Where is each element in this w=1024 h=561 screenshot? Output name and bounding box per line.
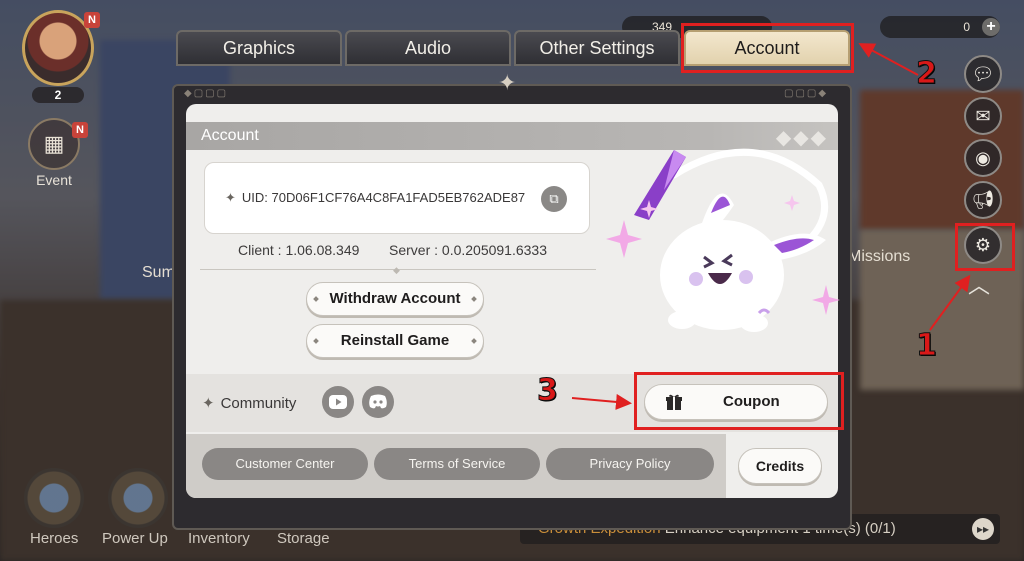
tab-audio[interactable]: Audio xyxy=(345,30,511,66)
mail-button[interactable]: ✉ xyxy=(964,97,1002,135)
event-badge: N xyxy=(72,122,88,138)
heroes-icon[interactable] xyxy=(24,468,84,528)
frame-ornament-top: ✦ xyxy=(498,70,517,95)
customer-center-button[interactable]: Customer Center xyxy=(202,448,368,480)
step-3-label: 3 xyxy=(537,373,559,409)
chat-button[interactable]: 💬︎ xyxy=(964,55,1002,93)
copy-icon: ⧉ xyxy=(549,191,559,206)
announcement-button[interactable]: 📢︎ xyxy=(964,181,1002,219)
uid-value: UID: 70D06F1CF76A4C8FA1FAD5EB762ADE87 xyxy=(241,190,526,205)
highlight-settings xyxy=(955,223,1015,271)
fast-forward-icon[interactable]: ▸▸ xyxy=(972,518,994,540)
collection-button[interactable]: ◉ xyxy=(964,139,1002,177)
step-2-label: 2 xyxy=(916,56,938,92)
privacy-policy-button[interactable]: Privacy Policy xyxy=(546,448,714,480)
add-currency-icon[interactable]: + xyxy=(982,18,1000,36)
uid-box: ✦ UID: 70D06F1CF76A4C8FA1FAD5EB762ADE87 ⧉ xyxy=(204,162,590,234)
missions-label[interactable]: Missions xyxy=(848,248,910,266)
event-label: Event xyxy=(36,172,72,188)
section-title: Account xyxy=(201,127,259,144)
withdraw-account-button[interactable]: Withdraw Account xyxy=(306,282,484,316)
discord-button[interactable] xyxy=(362,386,394,418)
community-row: ✦ Community xyxy=(202,394,296,412)
discord-icon xyxy=(369,394,387,409)
community-label: Community xyxy=(220,395,297,412)
sparkle-icon: ✦ xyxy=(225,190,236,205)
nav-inventory[interactable]: Inventory xyxy=(188,530,250,547)
tab-graphics[interactable]: Graphics xyxy=(176,30,342,66)
notification-badge: N xyxy=(84,12,100,28)
nav-storage[interactable]: Storage xyxy=(277,530,330,547)
divider-diamond: ◆ xyxy=(393,265,400,275)
summon-label: Sum xyxy=(142,264,175,281)
highlight-coupon xyxy=(634,372,844,430)
terms-of-service-button[interactable]: Terms of Service xyxy=(374,448,540,480)
chat-icon: 💬︎ xyxy=(971,63,995,84)
frame-ornament-left: ◆▢▢▢ xyxy=(184,88,229,99)
megaphone-icon: 📢︎ xyxy=(971,189,995,210)
tab-other-settings[interactable]: Other Settings xyxy=(514,30,680,66)
sparkle-icon: ✦ xyxy=(202,395,215,412)
mascot-illustration xyxy=(606,148,840,332)
mail-icon: ✉ xyxy=(975,105,991,126)
chevron-up-icon[interactable]: ︿ xyxy=(968,268,990,300)
player-level: 2 xyxy=(32,87,84,103)
credits-button[interactable]: Credits xyxy=(738,448,822,484)
uid-row: ✦ UID: 70D06F1CF76A4C8FA1FAD5EB762ADE87 xyxy=(225,190,525,206)
server-version: Server : 0.0.205091.6333 xyxy=(389,242,548,258)
copy-uid-button[interactable]: ⧉ xyxy=(541,186,567,212)
client-version: Client : 1.06.08.349 xyxy=(238,242,360,258)
youtube-button[interactable] xyxy=(322,386,354,418)
nav-heroes[interactable]: Heroes xyxy=(30,530,78,547)
collection-icon: ◉ xyxy=(975,147,991,168)
currency-2-value: 0 xyxy=(963,20,970,34)
frame-ornament-right: ▢▢▢◆ xyxy=(784,88,829,99)
reinstall-game-button[interactable]: Reinstall Game xyxy=(306,324,484,358)
power-up-icon[interactable] xyxy=(108,468,168,528)
highlight-account-tab xyxy=(681,23,854,73)
youtube-icon xyxy=(329,395,347,409)
nav-power-up[interactable]: Power Up xyxy=(102,530,168,547)
step-1-label: 1 xyxy=(916,328,938,364)
